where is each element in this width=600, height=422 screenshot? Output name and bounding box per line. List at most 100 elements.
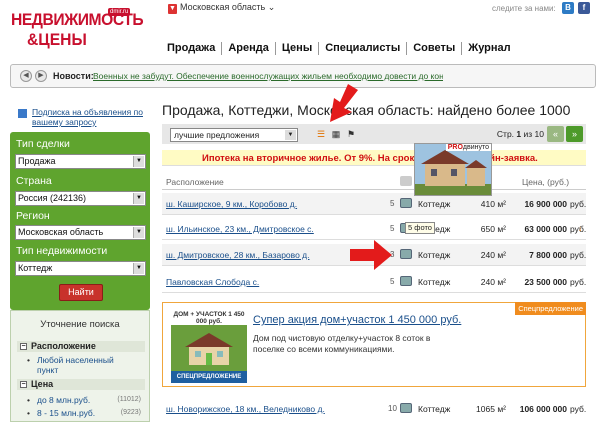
- special-image-caption: ДОМ + УЧАСТОК 1 450 000 руб.: [171, 311, 247, 325]
- row-type: Коттедж: [418, 277, 451, 287]
- subscribe-icon: [18, 109, 27, 118]
- photo-count: 10: [388, 404, 397, 413]
- row-area: 1065 м²: [476, 404, 506, 414]
- nav-prices[interactable]: Цены: [274, 42, 318, 55]
- price-filter-1[interactable]: до 8 млн.руб.: [27, 395, 90, 405]
- photo-count: 5: [390, 199, 395, 208]
- row-price: 7 800 000: [529, 250, 567, 260]
- photo-column-icon: [400, 176, 412, 186]
- collapse-icon[interactable]: −: [20, 381, 27, 388]
- chevron-down-icon: ▼: [133, 156, 144, 167]
- blog-icon[interactable]: B: [562, 2, 574, 14]
- region-label-side: Регион: [16, 210, 50, 222]
- any-locality-link[interactable]: Любой населенный пункт: [27, 355, 137, 375]
- price-section-label: Цена: [31, 379, 54, 389]
- special-offer-tag: Спецпредложение: [515, 302, 586, 315]
- table-row[interactable]: ш. Каширское, 9 км., Коробово д. 5 Котте…: [162, 193, 586, 215]
- row-location[interactable]: ш. Ильинское, 23 км., Дмитровское с.: [166, 224, 314, 234]
- main-nav: Продажа Аренда Цены Специалисты Советы Ж…: [162, 42, 517, 55]
- news-text[interactable]: Военных не забудут. Обеспечение военносл…: [93, 71, 443, 81]
- location-section-label: Расположение: [31, 341, 96, 351]
- special-offer-image[interactable]: ДОМ + УЧАСТОК 1 450 000 руб. СПЕЦПРЕДЛОЖ…: [171, 311, 247, 383]
- special-offer-desc: Дом под чистовую отделку+участок 8 соток…: [253, 333, 431, 354]
- row-type: Коттедж: [418, 199, 451, 209]
- table-row[interactable]: Павловская Слобода с. 5 Коттедж 240 м² 2…: [162, 271, 586, 293]
- map-view-icon[interactable]: ⚑: [346, 129, 356, 139]
- deal-type-select[interactable]: Продажа ▼: [15, 154, 146, 169]
- special-offer-title[interactable]: Супер акция дом+участок 1 450 000 руб.: [253, 314, 461, 326]
- country-select[interactable]: Россия (242136) ▼: [15, 191, 146, 206]
- column-location: Расположение: [166, 177, 224, 187]
- country-value: Россия (242136): [18, 193, 87, 203]
- row-type: Коттедж: [418, 250, 451, 260]
- row-location[interactable]: ш. Каширское, 9 км., Коробово д.: [166, 199, 297, 209]
- row-price: 63 000 000: [524, 224, 567, 234]
- row-currency: руб.: [570, 250, 587, 260]
- facebook-icon[interactable]: f: [578, 2, 590, 14]
- photo-preview[interactable]: PROдвинуто: [414, 143, 492, 196]
- find-button[interactable]: Найти: [59, 284, 103, 301]
- camera-icon[interactable]: [400, 276, 412, 286]
- special-offer[interactable]: Спецпредложение ДОМ + УЧАСТОК 1 450 000 …: [162, 302, 586, 387]
- chevron-down-icon: ▼: [133, 263, 144, 274]
- price-section[interactable]: − Цена: [17, 379, 145, 390]
- news-prev-icon[interactable]: ◀: [20, 70, 32, 82]
- subscribe-text[interactable]: Подписка на объявления по вашему запросу: [32, 107, 152, 127]
- row-currency: руб.: [570, 404, 587, 414]
- promoted-badge: PROдвинуто: [445, 144, 491, 151]
- page-current: 1: [516, 129, 522, 139]
- nav-specialists[interactable]: Специалисты: [318, 42, 406, 55]
- nav-tips[interactable]: Советы: [406, 42, 461, 55]
- camera-icon[interactable]: [400, 198, 412, 208]
- region-value: Московская область: [18, 227, 104, 237]
- special-image-label: СПЕЦПРЕДЛОЖЕНИЕ: [171, 371, 247, 383]
- chevron-down-icon: ▼: [133, 227, 144, 238]
- prev-page-button[interactable]: «: [547, 126, 564, 142]
- page-prefix: Стр.: [496, 129, 515, 139]
- nav-rent[interactable]: Аренда: [221, 42, 275, 55]
- search-form: Тип сделки Продажа ▼ Страна Россия (24213…: [10, 132, 150, 310]
- table-header: Расположение Цена, (руб.): [162, 170, 586, 190]
- logo-line2: &ЦЕНЫ: [27, 30, 87, 49]
- sort-select[interactable]: лучшие предложения ▼: [170, 128, 298, 142]
- promoted-badge-pro: PRO: [447, 144, 463, 151]
- site-logo[interactable]: НЕДВИЖИМОСТЬ &ЦЕНЫ dmir.ru: [5, 8, 144, 56]
- region-label: Московская область: [180, 2, 266, 12]
- next-page-button[interactable]: »: [566, 126, 583, 142]
- camera-icon[interactable]: [400, 403, 412, 413]
- promoted-badge-rest: двинуто: [462, 144, 489, 151]
- house-icon: [185, 333, 233, 365]
- collapse-icon[interactable]: −: [20, 343, 27, 350]
- deal-type-value: Продажа: [18, 156, 56, 166]
- row-price: 23 500 000: [524, 277, 567, 287]
- property-type-value: Коттедж: [18, 263, 53, 273]
- row-location[interactable]: ш. Новорижское, 18 км., Веледниково д.: [166, 404, 325, 414]
- table-row[interactable]: ш. Ильинское, 23 км., Дмитровское с. 5 К…: [162, 218, 586, 240]
- table-row[interactable]: ш. Новорижское, 18 км., Веледниково д. 1…: [162, 398, 586, 420]
- region-select[interactable]: Московская область ▼: [15, 225, 146, 240]
- results-toolbar: лучшие предложения ▼ ☰ ▦ ⚑ Стр. 1 из 10 «…: [162, 124, 586, 144]
- refine-title: Уточнение поиска: [40, 319, 120, 330]
- property-type-label: Тип недвижимости: [16, 245, 108, 257]
- news-next-icon[interactable]: ▶: [35, 70, 47, 82]
- row-location[interactable]: Павловская Слобода с.: [166, 277, 259, 287]
- camera-icon[interactable]: [400, 249, 412, 259]
- price-filter-2[interactable]: 8 - 15 млн.руб.: [27, 408, 95, 418]
- list-view-icon[interactable]: ☰: [316, 129, 326, 139]
- location-section[interactable]: − Расположение: [17, 341, 145, 352]
- property-type-select[interactable]: Коттедж ▼: [15, 261, 146, 276]
- region-selector[interactable]: ▼ Московская область ⌄: [168, 2, 275, 14]
- price-filter-1-count: (11012): [117, 396, 141, 403]
- annotation-arrow-icon: [330, 84, 358, 122]
- mortgage-promo[interactable]: Ипотека на вторичное жилье. От 9%. На ср…: [162, 150, 586, 166]
- row-location[interactable]: ш. Дмитровское, 28 км., Базарово д.: [166, 250, 309, 260]
- refine-panel: Уточнение поиска −Расположение Любой нас…: [10, 310, 150, 422]
- table-view-icon[interactable]: ▦: [331, 129, 341, 139]
- column-price[interactable]: Цена, (руб.): [522, 177, 569, 187]
- follow-us-label: следите за нами:: [492, 4, 556, 13]
- nav-journal[interactable]: Журнал: [461, 42, 516, 55]
- nav-sale[interactable]: Продажа: [162, 42, 221, 55]
- sort-value: лучшие предложения: [174, 130, 260, 140]
- deal-type-label: Тип сделки: [16, 138, 70, 150]
- page-total: из 10: [523, 129, 544, 139]
